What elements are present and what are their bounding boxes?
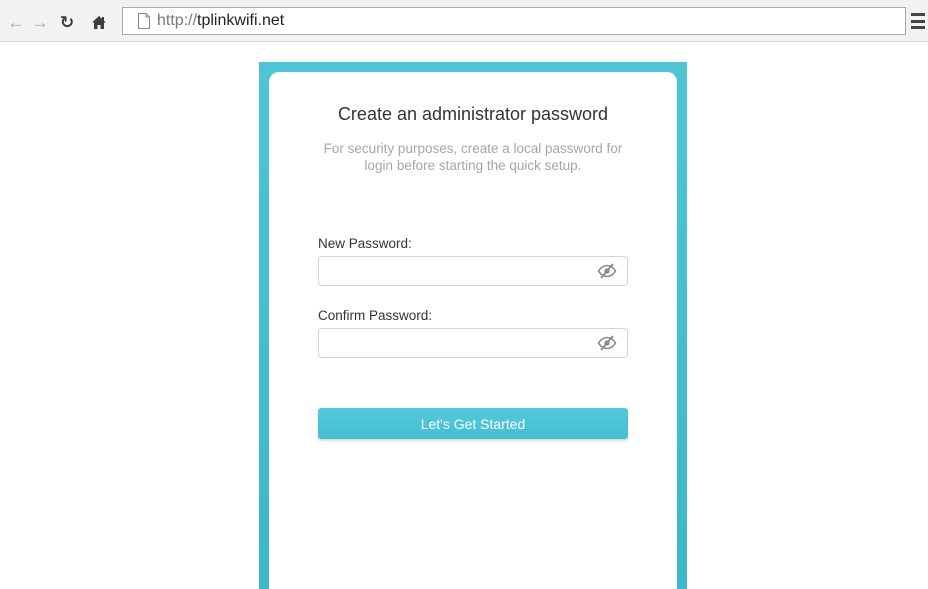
home-button[interactable] [89, 12, 109, 32]
page-title: Create an administrator password [337, 104, 609, 124]
lets-get-started-button[interactable]: Let's Get Started [318, 408, 628, 439]
back-button[interactable]: ← [6, 12, 26, 32]
page-subtitle: For security purposes, create a local pa… [323, 141, 623, 173]
address-bar[interactable]: http://tplinkwifi.net [122, 7, 906, 35]
page-icon [138, 13, 150, 29]
setup-card: Create an administrator password For sec… [269, 72, 677, 589]
forward-button[interactable]: → [30, 12, 50, 32]
new-password-label: New Password: [318, 236, 412, 251]
new-password-input[interactable] [319, 257, 589, 285]
confirm-password-field-wrapper [318, 328, 628, 358]
eye-slash-icon[interactable] [597, 335, 617, 351]
url-text[interactable]: http://tplinkwifi.net [157, 12, 284, 30]
arrow-right-icon: → [31, 12, 49, 32]
url-host: tplinkwifi.net [197, 12, 285, 29]
home-icon [92, 15, 106, 29]
new-password-field-wrapper [318, 256, 628, 286]
confirm-password-label: Confirm Password: [318, 308, 433, 323]
eye-slash-icon[interactable] [597, 263, 617, 279]
hamburger-menu-icon [911, 13, 925, 16]
browser-toolbar: ← → ↻ http://tplinkwifi.net [0, 0, 928, 42]
reload-button[interactable]: ↻ [57, 12, 77, 32]
confirm-password-input[interactable] [319, 329, 589, 357]
menu-button[interactable] [911, 13, 925, 29]
reload-icon: ↻ [59, 12, 75, 32]
arrow-left-icon: ← [7, 12, 25, 32]
setup-frame: Create an administrator password For sec… [259, 62, 687, 589]
url-scheme: http:// [157, 12, 198, 29]
